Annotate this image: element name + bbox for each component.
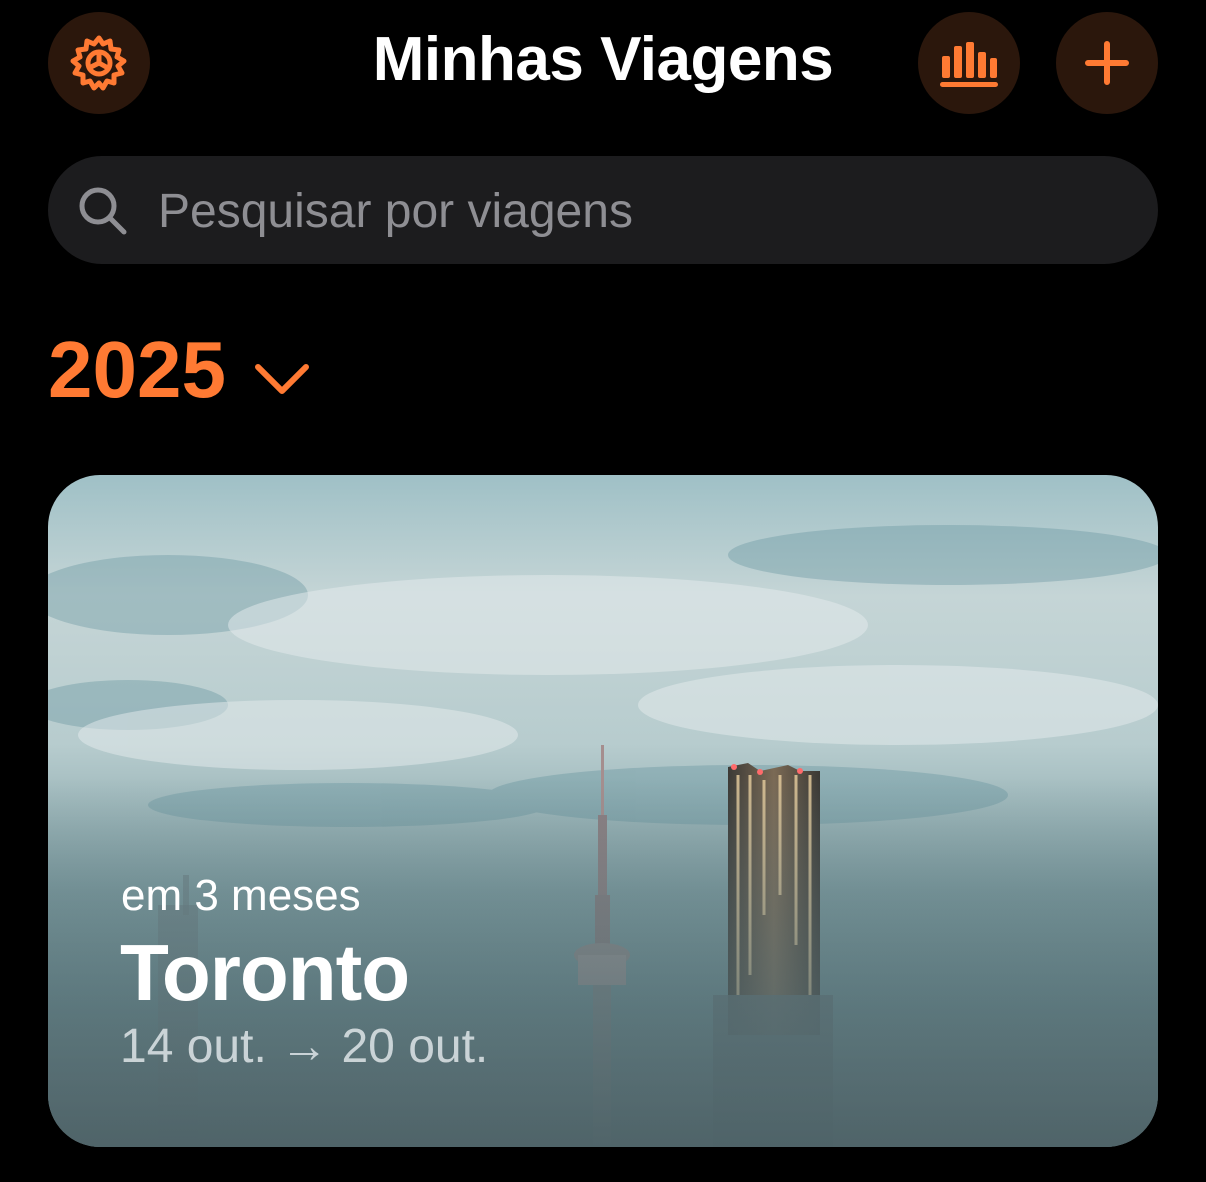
trip-card[interactable]: em 3 meses Toronto 14 out. → 20 out.	[48, 475, 1158, 1147]
search-input[interactable]	[156, 156, 1120, 266]
chevron-down-icon	[252, 324, 312, 416]
trip-dates: 14 out. → 20 out.	[120, 1020, 489, 1073]
page-title: Minhas Viagens	[372, 25, 834, 94]
search-bar[interactable]	[48, 156, 1158, 266]
trip-relative-time: em 3 meses	[121, 871, 361, 920]
statistics-button[interactable]	[918, 12, 1020, 114]
year-selector[interactable]: 2025	[48, 324, 312, 416]
trip-destination: Toronto	[120, 928, 410, 1017]
bar-chart-icon	[939, 38, 999, 88]
year-label: 2025	[48, 325, 226, 414]
add-trip-button[interactable]	[1056, 12, 1158, 114]
search-icon	[76, 184, 130, 243]
plus-icon	[1084, 40, 1130, 86]
